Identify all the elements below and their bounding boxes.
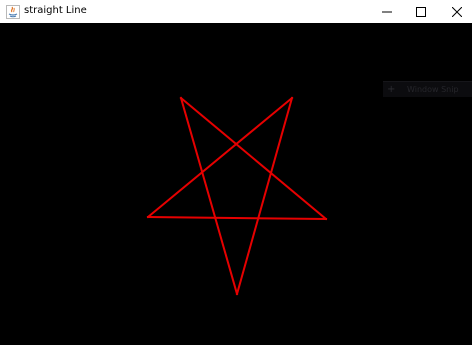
pentagram-drawing bbox=[146, 96, 328, 296]
star-line-1 bbox=[179, 96, 239, 296]
app-window: straight Line + Window Snip bbox=[0, 0, 474, 348]
maximize-button[interactable] bbox=[404, 0, 438, 23]
close-icon bbox=[452, 6, 462, 17]
java-app-icon[interactable] bbox=[6, 4, 20, 19]
maximize-icon bbox=[416, 6, 426, 17]
window-snip-overlay[interactable]: + Window Snip bbox=[383, 81, 472, 97]
star-line-4 bbox=[146, 215, 328, 221]
plus-icon: + bbox=[387, 84, 396, 95]
drawing-canvas[interactable]: + Window Snip bbox=[0, 23, 472, 345]
star-line-3 bbox=[146, 96, 294, 219]
star-line-5 bbox=[179, 96, 328, 221]
window-snip-label: Window Snip bbox=[407, 85, 459, 94]
close-button[interactable] bbox=[440, 0, 474, 23]
window-title: straight Line bbox=[24, 5, 87, 16]
minimize-icon bbox=[382, 11, 392, 12]
star-line-2 bbox=[235, 96, 294, 296]
title-bar[interactable]: straight Line bbox=[0, 0, 474, 23]
minimize-button[interactable] bbox=[370, 0, 404, 23]
